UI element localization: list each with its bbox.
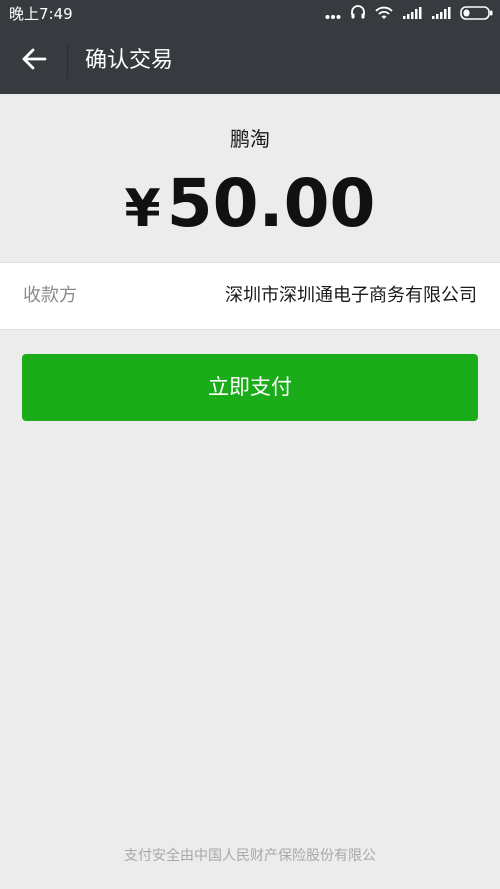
page-title: 确认交易 [85, 48, 174, 73]
merchant-name: 鹏淘 [230, 127, 270, 151]
payee-label: 收款方 [23, 285, 77, 306]
signal-icon [431, 5, 451, 24]
header: 确认交易 [0, 28, 500, 94]
battery-icon [460, 5, 494, 24]
status-icons [316, 4, 494, 24]
more-dots-icon [325, 5, 341, 24]
status-time: 晚上7:49 [9, 5, 73, 23]
payment-amount: ¥50.00 [0, 168, 500, 257]
currency-symbol: ¥ [124, 179, 161, 239]
status-bar: 晚上7:49 [0, 0, 500, 28]
footer-note: 支付安全由中国人民财产保险股份有限公 [124, 848, 376, 864]
pay-now-button[interactable]: 立即支付 [22, 354, 478, 421]
amount-value: 50.00 [166, 165, 376, 242]
payee-row: 收款方 深圳市深圳通电子商务有限公司 [0, 262, 500, 330]
signal-icon [402, 5, 422, 24]
payee-value: 深圳市深圳通电子商务有限公司 [225, 285, 477, 306]
arrow-left-icon [21, 47, 47, 75]
headset-icon [350, 4, 366, 24]
wifi-icon [375, 5, 393, 24]
back-button[interactable] [10, 41, 58, 81]
header-divider [67, 44, 68, 78]
